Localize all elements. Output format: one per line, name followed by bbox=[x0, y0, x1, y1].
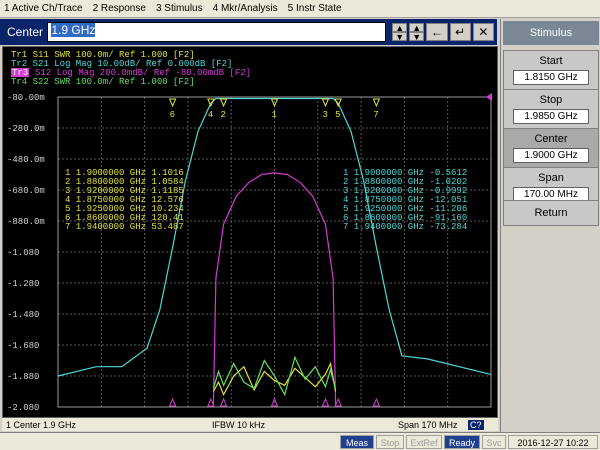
marker-table-left: 1 1.9000000 GHz 1.10162 1.8800000 GHz 1.… bbox=[65, 168, 184, 232]
y-tick-labels: -80.00m -280.0m -480.0m -680.0m -880.0m -1.08… bbox=[7, 93, 45, 413]
ready-indicator: Ready bbox=[444, 435, 480, 449]
marker-label: 7 bbox=[373, 110, 378, 120]
marker-flag-bottom bbox=[219, 397, 228, 407]
span-label: Span bbox=[538, 172, 564, 184]
center-value: 1.9000 GHz bbox=[513, 148, 589, 163]
marker-flag bbox=[219, 98, 228, 108]
marker-label: 4 bbox=[208, 110, 213, 120]
center-label: Center bbox=[534, 133, 568, 145]
trace-4-label[interactable]: Tr4 S22 SWR 100.0m/ Ref 1.000 [F2] bbox=[11, 77, 195, 87]
menu-instr-state[interactable]: 5 Instr State bbox=[288, 3, 342, 14]
y-tick-label: -1.880 bbox=[7, 372, 39, 382]
datetime: 2016-12-27 10:22 bbox=[508, 435, 598, 449]
entry-bar: Center 1.9 GHz ▲ ▼ ▲ ▼ ← ↵ ✕ bbox=[0, 19, 497, 45]
y-tick-label: -1.280 bbox=[7, 279, 39, 289]
center-input[interactable]: 1.9 GHz bbox=[47, 22, 387, 42]
marker-label: 3 bbox=[322, 110, 327, 120]
marker-flag bbox=[321, 98, 330, 108]
channel-status-bar: 1 Center 1.9 GHz IFBW 10 kHz Span 170 MH… bbox=[2, 418, 498, 431]
stepper: ▲ ▼ bbox=[390, 23, 408, 42]
instrument-status-bar: Meas Stop ExtRef Ready Svc 2016-12-27 10… bbox=[0, 432, 600, 450]
step-up-2-button[interactable]: ▲ bbox=[409, 23, 425, 33]
menu-response[interactable]: 2 Response bbox=[93, 3, 146, 14]
extref-indicator: ExtRef bbox=[406, 435, 442, 449]
trace-legend: Tr1 S11 SWR 100.0m/ Ref 1.000 [F2] Tr2 S… bbox=[11, 50, 251, 87]
y-tick-label: -2.080 bbox=[7, 403, 39, 413]
start-softkey[interactable]: Start 1.8150 GHz bbox=[503, 50, 599, 92]
svc-indicator: Svc bbox=[482, 435, 506, 449]
y-tick-label: -680.0m bbox=[7, 186, 45, 196]
start-label: Start bbox=[539, 55, 563, 67]
menu-mkr-analysis[interactable]: 4 Mkr/Analysis bbox=[213, 3, 278, 14]
return-label: Return bbox=[534, 207, 568, 219]
y-tick-label: -80.00m bbox=[7, 93, 45, 103]
y-tick-label: -480.0m bbox=[7, 155, 45, 165]
grid bbox=[57, 96, 492, 408]
marker-label: 2 bbox=[221, 110, 226, 120]
menu-active-ch-trace[interactable]: 1 Active Ch/Trace bbox=[4, 3, 83, 14]
start-value: 1.8150 GHz bbox=[513, 70, 589, 85]
stop-indicator: Stop bbox=[376, 435, 404, 449]
marker-flag bbox=[372, 98, 381, 108]
status-center: 1 Center 1.9 GHz bbox=[6, 419, 77, 430]
return-softkey[interactable]: Return bbox=[503, 200, 599, 226]
status-ifbw: IFBW 10 kHz bbox=[212, 419, 266, 430]
marker-readout-right: 7 1.9400000 GHz -73.284 bbox=[343, 222, 467, 232]
y-tick-label: -1.080 bbox=[7, 248, 39, 258]
softkey-panel-title: Stimulus bbox=[503, 21, 599, 45]
y-tick-label: -1.480 bbox=[7, 310, 39, 320]
marker-readout-left: 7 1.9400000 GHz 53.487 bbox=[65, 222, 184, 232]
softkey-panel: Stimulus Start 1.8150 GHz Stop 1.9850 GH… bbox=[500, 19, 600, 432]
step-down-2-button[interactable]: ▼ bbox=[409, 32, 425, 42]
stepper-2: ▲ ▼ bbox=[407, 23, 425, 42]
y-tick-label: -880.0m bbox=[7, 217, 45, 227]
center-softkey[interactable]: Center 1.9000 GHz bbox=[503, 128, 599, 170]
marker-label: 5 bbox=[335, 110, 340, 120]
entry-label: Center bbox=[7, 25, 44, 39]
y-tick-label: -280.0m bbox=[7, 124, 45, 134]
close-entry-button[interactable]: ✕ bbox=[472, 23, 495, 41]
y-tick-label: -1.680 bbox=[7, 341, 39, 351]
center-input-value: 1.9 GHz bbox=[51, 23, 96, 37]
ref-level-marker bbox=[486, 93, 492, 101]
marker-label: 1 bbox=[272, 110, 277, 120]
backspace-button[interactable]: ← bbox=[426, 23, 448, 41]
enter-button[interactable]: ↵ bbox=[449, 23, 471, 41]
stop-label: Stop bbox=[539, 94, 563, 106]
marker-label: 6 bbox=[170, 110, 175, 120]
marker-flag-bottom bbox=[372, 397, 381, 407]
menu-bar: 1 Active Ch/Trace 2 Response 3 Stimulus … bbox=[0, 0, 600, 18]
marker-table-right: 1 1.9000000 GHz -0.56122 1.8800000 GHz -… bbox=[343, 168, 467, 232]
marker-flag-bottom bbox=[321, 397, 330, 407]
chart-area[interactable]: -80.00m -280.0m -480.0m -680.0m -880.0m -1.08… bbox=[2, 46, 498, 418]
trace-chart: -80.00m -280.0m -480.0m -680.0m -880.0m -1.08… bbox=[7, 50, 492, 413]
meas-indicator: Meas bbox=[340, 435, 374, 449]
status-span: Span 170 MHz bbox=[398, 419, 458, 430]
stop-softkey[interactable]: Stop 1.9850 GHz bbox=[503, 89, 599, 131]
stop-value: 1.9850 GHz bbox=[513, 109, 589, 124]
marker-flag-bottom bbox=[168, 397, 177, 407]
menu-stimulus[interactable]: 3 Stimulus bbox=[156, 3, 203, 14]
step-up-button[interactable]: ▲ bbox=[392, 23, 408, 33]
marker-flags: 1 2 3 4 5 6 7 bbox=[168, 93, 492, 407]
step-down-button[interactable]: ▼ bbox=[392, 32, 408, 42]
marker-flag bbox=[168, 98, 177, 108]
status-channel-badge: C? bbox=[468, 419, 484, 430]
